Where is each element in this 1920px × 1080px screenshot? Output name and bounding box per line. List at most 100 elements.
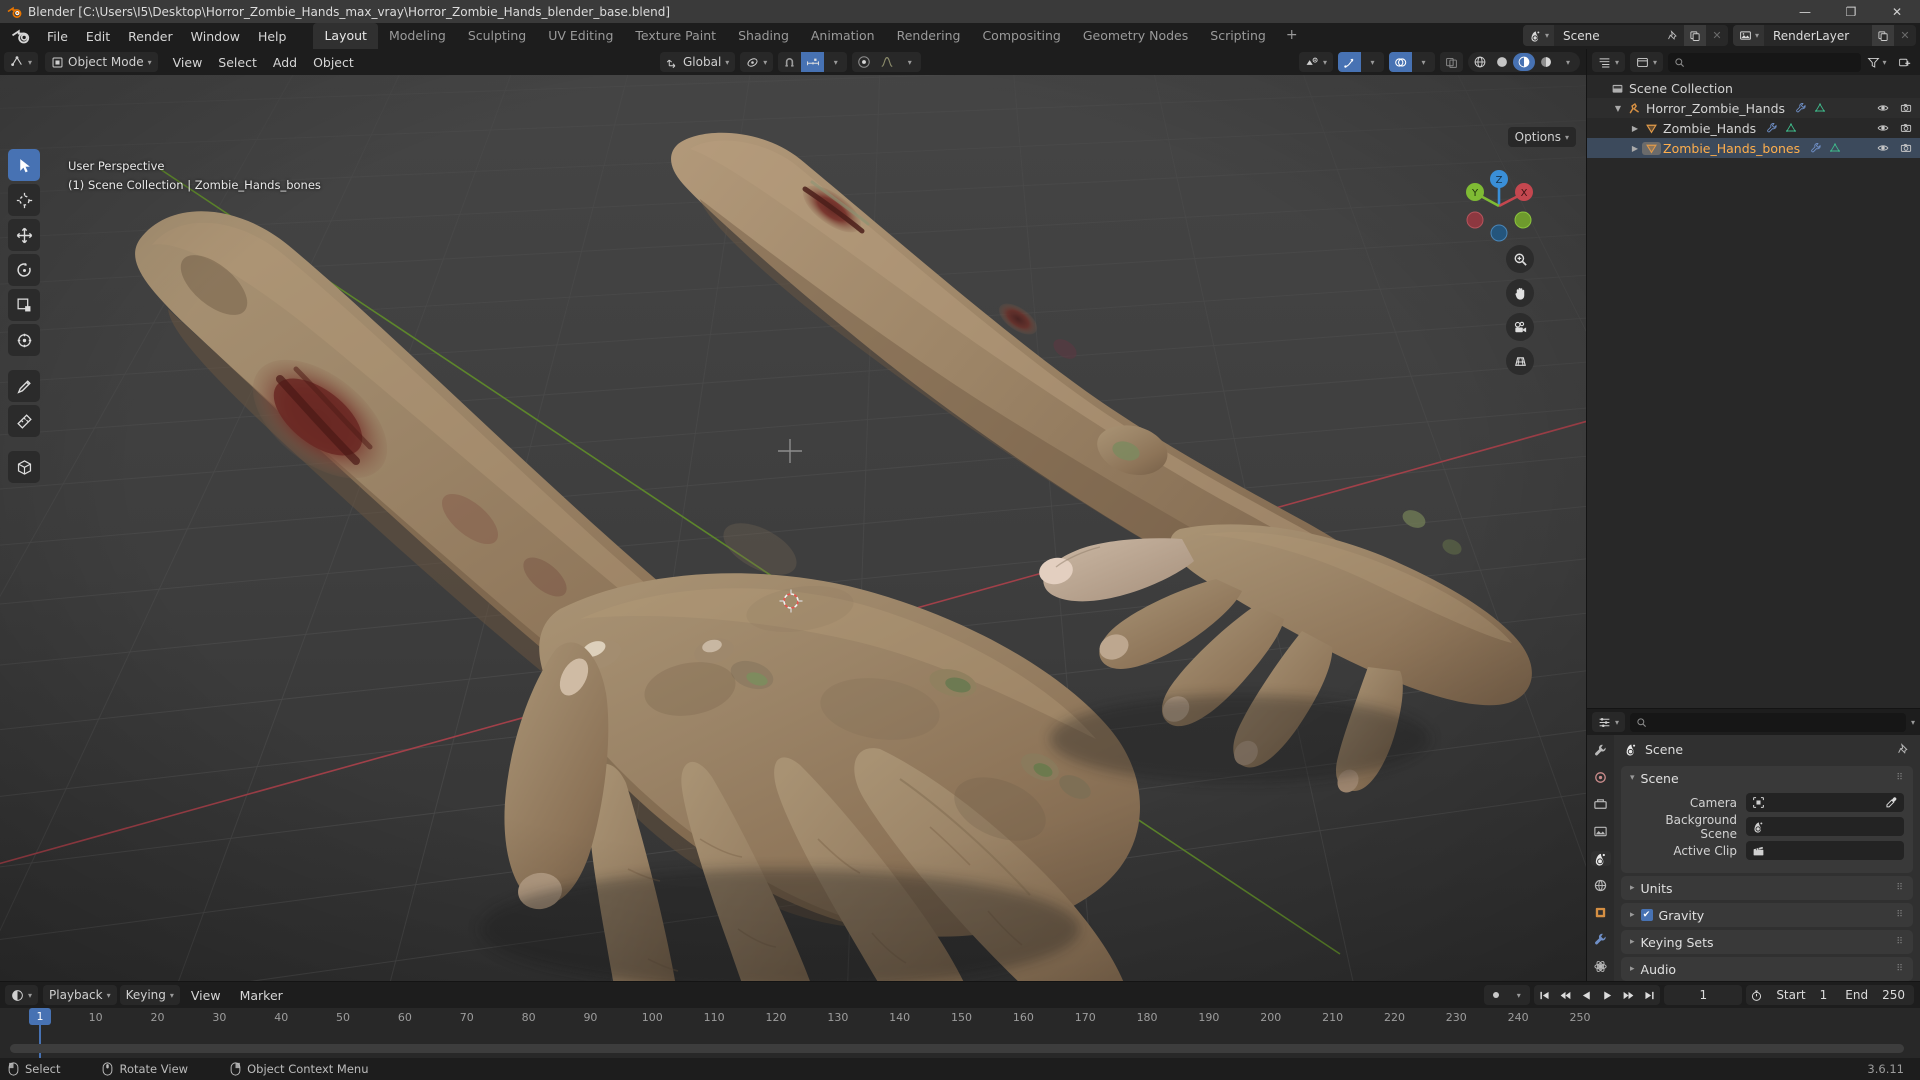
current-frame-field[interactable]: 1 bbox=[1664, 985, 1743, 1005]
outliner-row-zombie_hands_bones[interactable]: ▶ Zombie_Hands_bones bbox=[1587, 138, 1920, 158]
add-workspace-button[interactable]: + bbox=[1277, 24, 1307, 49]
view-layer-icon[interactable]: ▾ bbox=[1732, 25, 1764, 46]
timeline-playhead[interactable]: 1 bbox=[29, 1008, 51, 1025]
wireframe-shading-icon[interactable] bbox=[1469, 53, 1491, 71]
disclosure-triangle-icon[interactable]: ▶ bbox=[1628, 144, 1642, 153]
new-view-layer-button[interactable] bbox=[1872, 25, 1894, 46]
camera-icon[interactable] bbox=[1900, 122, 1912, 134]
gizmo-group[interactable]: ▾ bbox=[1338, 52, 1384, 72]
play-reverse-icon[interactable] bbox=[1576, 985, 1597, 1005]
panel-checkbox[interactable]: ✔ bbox=[1640, 909, 1653, 921]
properties-tab-strip[interactable] bbox=[1587, 735, 1614, 1053]
viewport-scene[interactable] bbox=[0, 49, 1586, 981]
chevron-right-icon[interactable]: ▸ bbox=[1630, 964, 1635, 974]
viewport-menu-select[interactable]: Select bbox=[210, 53, 265, 72]
mesh-data-icon[interactable] bbox=[1829, 142, 1841, 154]
viewport-options-dropdown[interactable]: Options ▾ bbox=[1507, 127, 1576, 147]
view-layer-selector[interactable]: ▾ RenderLayer ✕ bbox=[1732, 25, 1916, 46]
properties-header-caret[interactable]: ▾ bbox=[1911, 718, 1915, 727]
solid-shading-icon[interactable] bbox=[1491, 53, 1513, 71]
auto-keying-caret[interactable]: ▾ bbox=[1507, 985, 1530, 1005]
scene-name[interactable]: Scene bbox=[1553, 25, 1662, 46]
jump-to-prev-keyframe-icon[interactable] bbox=[1555, 985, 1576, 1005]
timeline-editor-icon[interactable]: ▾ bbox=[5, 985, 39, 1005]
workspace-tab-sculpting[interactable]: Sculpting bbox=[457, 23, 537, 49]
outliner-editor[interactable]: ▾ ▾ ▾ Scene Collection ▼ Horror_Zombie_H… bbox=[1586, 49, 1920, 708]
3d-viewport[interactable]: ▾ Object Mode ▾ View Select Add Object Glob… bbox=[0, 49, 1586, 981]
object-tab[interactable] bbox=[1591, 905, 1611, 920]
overlays-dropdown-caret[interactable]: ▾ bbox=[1412, 52, 1435, 72]
view-layer-tab[interactable] bbox=[1591, 824, 1611, 839]
snap-increment-icon[interactable] bbox=[801, 52, 825, 72]
modifier-wrench-icon[interactable] bbox=[1810, 142, 1822, 154]
timeline-menu-view[interactable]: View bbox=[183, 986, 229, 1005]
outliner-search-input[interactable] bbox=[1668, 52, 1861, 72]
workspace-tab-texture-paint[interactable]: Texture Paint bbox=[624, 23, 727, 49]
move-tool[interactable] bbox=[8, 219, 40, 251]
pin-icon[interactable] bbox=[1662, 25, 1684, 46]
timeline-editor[interactable]: ▾ Playback ▾ Keying ▾ View Marker ▾ 1 St… bbox=[0, 981, 1920, 1060]
blender-menu-logo-icon[interactable] bbox=[10, 26, 30, 46]
camera-icon[interactable] bbox=[1900, 102, 1912, 114]
render-tab[interactable] bbox=[1591, 770, 1611, 785]
navigation-gizmo[interactable]: Z X Y bbox=[1460, 167, 1538, 245]
physics-tab[interactable] bbox=[1591, 959, 1611, 974]
property-field-camera[interactable] bbox=[1746, 793, 1904, 812]
close-button[interactable]: ✕ bbox=[1874, 0, 1920, 23]
add-cube-tool[interactable] bbox=[8, 451, 40, 483]
viewport-menu-view[interactable]: View bbox=[165, 53, 211, 72]
panel-audio[interactable]: ▸ Audio ⠿ bbox=[1621, 957, 1913, 981]
scene-selector[interactable]: ▾ Scene ✕ bbox=[1522, 25, 1728, 46]
transform-orientation-dropdown[interactable]: Global ▾ bbox=[660, 52, 736, 72]
zoom-icon[interactable] bbox=[1506, 245, 1534, 273]
snapping-group[interactable]: ▾ bbox=[778, 52, 848, 72]
new-scene-button[interactable] bbox=[1683, 25, 1706, 46]
pivot-point-dropdown[interactable]: ▾ bbox=[740, 52, 774, 72]
workspace-tab-compositing[interactable]: Compositing bbox=[971, 23, 1071, 49]
panel-gravity[interactable]: ▸ ✔ Gravity ⠿ bbox=[1621, 903, 1913, 927]
falloff-curve-icon[interactable] bbox=[875, 52, 898, 72]
tweak-select-tool[interactable] bbox=[8, 149, 40, 181]
property-field-background-scene[interactable] bbox=[1746, 817, 1904, 836]
outliner-display-mode[interactable]: ▾ bbox=[1630, 52, 1664, 72]
camera-icon[interactable] bbox=[1900, 142, 1912, 154]
menu-file[interactable]: File bbox=[38, 26, 77, 47]
scene-tab[interactable] bbox=[1590, 851, 1611, 866]
minimize-button[interactable]: — bbox=[1782, 0, 1828, 23]
overlays-group[interactable]: ▾ bbox=[1389, 52, 1435, 72]
timeline-menu-playback[interactable]: Playback ▾ bbox=[43, 985, 117, 1005]
workspace-tab-rendering[interactable]: Rendering bbox=[886, 23, 972, 49]
chevron-down-icon[interactable]: ▾ bbox=[1630, 773, 1635, 783]
snap-magnet-icon[interactable] bbox=[778, 52, 801, 72]
maximize-button[interactable]: ❐ bbox=[1828, 0, 1874, 23]
filter-icon[interactable]: ▾ bbox=[1866, 52, 1888, 73]
eyedropper-icon[interactable] bbox=[1885, 796, 1898, 809]
eye-icon[interactable] bbox=[1877, 102, 1889, 114]
properties-search-input[interactable] bbox=[1630, 712, 1906, 732]
toggle-perspective-icon[interactable] bbox=[1506, 347, 1534, 375]
cursor-tool[interactable] bbox=[8, 184, 40, 216]
workspace-tab-shading[interactable]: Shading bbox=[727, 23, 800, 49]
menu-edit[interactable]: Edit bbox=[77, 26, 119, 47]
outliner-new-collection-button[interactable] bbox=[1893, 52, 1915, 73]
modifier-wrench-icon[interactable] bbox=[1795, 102, 1807, 114]
start-frame-field[interactable]: Start 1 bbox=[1767, 985, 1836, 1005]
remove-view-layer-button[interactable]: ✕ bbox=[1894, 25, 1916, 46]
play-icon[interactable] bbox=[1597, 985, 1618, 1005]
mesh-data-icon[interactable] bbox=[1814, 102, 1826, 114]
outliner-row-zombie_hands[interactable]: ▶ Zombie_Hands bbox=[1587, 118, 1920, 138]
auto-keying-group[interactable]: ▾ bbox=[1484, 985, 1531, 1005]
viewport-shading-group[interactable]: ▾ bbox=[1468, 52, 1580, 72]
timeline-menu-marker[interactable]: Marker bbox=[232, 986, 291, 1005]
timeline-ruler[interactable]: 10 20 30 40 50 60 70 80 90 100 110 120 130 140 150 160 1… bbox=[0, 1008, 1920, 1060]
disclosure-triangle-icon[interactable]: ▶ bbox=[1628, 124, 1642, 133]
timeline-menu-keying[interactable]: Keying ▾ bbox=[119, 985, 180, 1005]
rotate-tool[interactable] bbox=[8, 254, 40, 286]
jump-to-end-icon[interactable] bbox=[1639, 985, 1660, 1005]
camera-view-icon[interactable] bbox=[1506, 313, 1534, 341]
menu-render[interactable]: Render bbox=[119, 26, 182, 47]
gizmo-dropdown-caret[interactable]: ▾ bbox=[1361, 52, 1384, 72]
scene-icon[interactable]: ▾ bbox=[1522, 25, 1554, 46]
falloff-dropdown-caret[interactable]: ▾ bbox=[898, 52, 921, 72]
gizmo-icon[interactable] bbox=[1338, 52, 1361, 72]
